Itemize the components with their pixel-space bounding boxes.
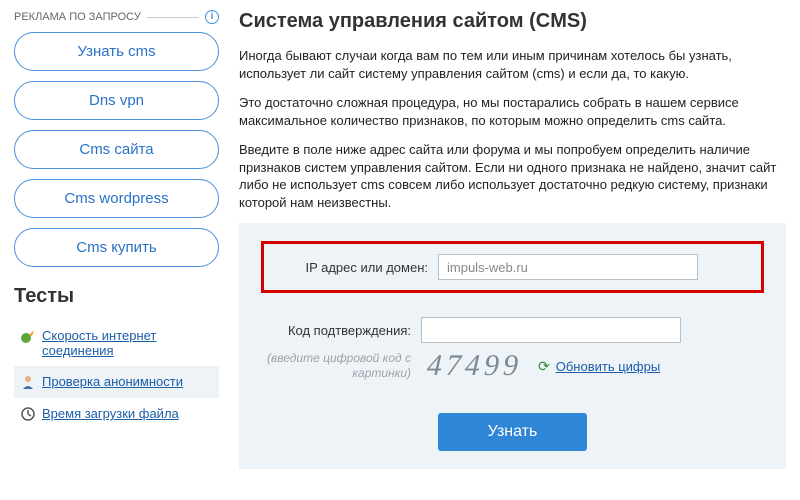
- form-panel: IP адрес или домен: Код подтверждения: (…: [239, 223, 786, 469]
- ad-button-4[interactable]: Cms купить: [14, 228, 219, 267]
- captcha-hint: (введите цифровой код с картинки): [261, 351, 411, 382]
- info-icon[interactable]: i: [205, 10, 219, 24]
- captcha-image: 47499: [420, 349, 529, 383]
- test-link-speed[interactable]: Скорость интернет соединения: [42, 328, 213, 358]
- refresh-icon: ⟳: [538, 358, 550, 375]
- intro-p2: Это достаточно сложная процедура, но мы …: [239, 94, 786, 129]
- ad-button-1[interactable]: Dns vpn: [14, 81, 219, 120]
- page-title: Система управления сайтом (CMS): [239, 10, 786, 33]
- refresh-captcha-link[interactable]: Обновить цифры: [556, 359, 660, 374]
- test-item-download: Время загрузки файла: [14, 398, 219, 430]
- test-item-anonymity: Проверка анонимности: [14, 366, 219, 398]
- ad-button-0[interactable]: Узнать cms: [14, 32, 219, 71]
- test-link-anonymity[interactable]: Проверка анонимности: [42, 374, 183, 389]
- ads-header-label: РЕКЛАМА ПО ЗАПРОСУ: [14, 11, 141, 23]
- tests-heading: Тесты: [14, 285, 219, 308]
- code-row: Код подтверждения:: [261, 317, 764, 343]
- ad-button-2[interactable]: Cms сайта: [14, 130, 219, 169]
- captcha-row: (введите цифровой код с картинки) 47499 …: [261, 349, 764, 383]
- ip-row-highlight: IP адрес или домен:: [261, 241, 764, 293]
- ad-button-3[interactable]: Cms wordpress: [14, 179, 219, 218]
- test-item-speed: Скорость интернет соединения: [14, 320, 219, 366]
- person-icon: [20, 374, 36, 390]
- submit-button[interactable]: Узнать: [438, 413, 588, 451]
- intro-p1: Иногда бывают случаи когда вам по тем ил…: [239, 47, 786, 82]
- ip-label: IP адрес или домен:: [278, 260, 428, 275]
- ads-header-divider: [147, 17, 199, 18]
- code-input[interactable]: [421, 317, 681, 343]
- speed-icon: [20, 328, 36, 344]
- test-link-download[interactable]: Время загрузки файла: [42, 406, 179, 421]
- intro-p3: Введите в поле ниже адрес сайта или фору…: [239, 141, 786, 211]
- clock-icon: [20, 406, 36, 422]
- code-label: Код подтверждения:: [261, 323, 411, 338]
- ip-input[interactable]: [438, 254, 698, 280]
